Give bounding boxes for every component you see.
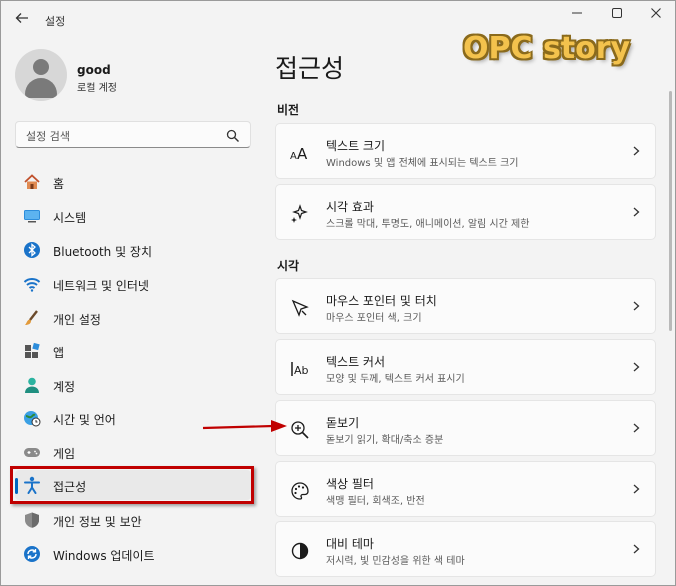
color-filter-icon bbox=[290, 481, 310, 501]
sidebar-item-label: 개인 설정 bbox=[53, 313, 101, 327]
wifi-icon bbox=[23, 275, 41, 293]
sidebar-item-gaming[interactable]: 게임 bbox=[15, 437, 251, 467]
shield-icon bbox=[23, 511, 41, 529]
account-type: 로컬 계정 bbox=[77, 83, 117, 94]
sidebar-item-accounts[interactable]: 계정 bbox=[15, 370, 251, 400]
update-icon bbox=[23, 545, 41, 563]
user-profile[interactable]: good 로컬 계정 bbox=[15, 49, 245, 101]
sidebar-item-personalization[interactable]: 개인 설정 bbox=[15, 303, 251, 333]
card-subtitle: Windows 및 앱 전체에 표시되는 텍스트 크기 bbox=[326, 158, 519, 169]
sidebar-item-label: Bluetooth 및 장치 bbox=[53, 245, 153, 259]
visual-effects-icon bbox=[290, 204, 310, 224]
sidebar-item-privacy[interactable]: 개인 정보 및 보안 bbox=[15, 505, 251, 535]
sidebar-item-label: 홈 bbox=[53, 177, 65, 191]
card-title: 텍스트 커서 bbox=[326, 355, 386, 369]
card-title: 대비 테마 bbox=[326, 537, 374, 551]
card-subtitle: 마우스 포인터 색, 크기 bbox=[326, 313, 422, 324]
section-label-vision: 비전 bbox=[277, 103, 300, 117]
card-subtitle: 모양 및 두께, 텍스트 커서 표시기 bbox=[326, 374, 465, 385]
card-text-size[interactable]: AA 텍스트 크기 Windows 및 앱 전체에 표시되는 텍스트 크기 bbox=[275, 123, 656, 179]
contrast-icon bbox=[290, 541, 310, 561]
svg-text:A: A bbox=[290, 151, 297, 162]
home-icon bbox=[23, 173, 41, 191]
search-icon[interactable] bbox=[226, 128, 240, 142]
annotation-arrow-icon bbox=[201, 417, 291, 437]
bluetooth-icon bbox=[23, 241, 41, 259]
search-box[interactable]: 설정 검색 bbox=[15, 121, 251, 148]
card-subtitle: 스크롤 막대, 투명도, 애니메이션, 알림 시간 제한 bbox=[326, 219, 530, 230]
text-cursor-icon: Ab bbox=[290, 359, 310, 379]
chevron-right-icon bbox=[630, 297, 642, 315]
card-subtitle: 저시력, 빛 민감성을 위한 색 테마 bbox=[326, 556, 465, 567]
chevron-right-icon bbox=[630, 540, 642, 558]
avatar bbox=[15, 49, 67, 101]
user-name: good bbox=[77, 63, 111, 77]
card-title: 시각 효과 bbox=[326, 200, 374, 214]
scrollbar-thumb[interactable] bbox=[669, 91, 672, 331]
card-mouse-pointer[interactable]: 마우스 포인터 및 터치 마우스 포인터 색, 크기 bbox=[275, 278, 656, 334]
chevron-right-icon bbox=[630, 480, 642, 498]
card-visual-effects[interactable]: 시각 효과 스크롤 막대, 투명도, 애니메이션, 알림 시간 제한 bbox=[275, 184, 656, 240]
sidebar-item-home[interactable]: 홈 bbox=[15, 167, 251, 197]
settings-window: 설정 OPC story good 로컬 계정 설정 검색 홈 시스템 Blue… bbox=[0, 0, 676, 586]
gamepad-icon bbox=[23, 443, 41, 461]
back-arrow-icon[interactable] bbox=[13, 11, 31, 29]
minimize-icon[interactable] bbox=[567, 7, 587, 23]
close-icon[interactable] bbox=[646, 7, 666, 23]
card-subtitle: 색맹 필터, 회색조, 반전 bbox=[326, 496, 425, 507]
magnifier-icon bbox=[290, 420, 310, 440]
chevron-right-icon bbox=[630, 203, 642, 221]
card-title: 색상 필터 bbox=[326, 477, 374, 491]
page-title: 접근성 bbox=[275, 54, 345, 83]
search-input[interactable]: 설정 검색 bbox=[26, 128, 70, 144]
card-magnifier[interactable]: 돋보기 돋보기 읽기, 확대/축소 증분 bbox=[275, 400, 656, 456]
sidebar-item-label: 네트워크 및 인터넷 bbox=[53, 279, 149, 293]
chevron-right-icon bbox=[630, 358, 642, 376]
system-icon bbox=[23, 207, 41, 225]
annotation-highlight-box bbox=[10, 466, 254, 504]
mouse-pointer-icon bbox=[290, 298, 310, 318]
chevron-right-icon bbox=[630, 419, 642, 437]
apps-icon bbox=[23, 342, 41, 360]
maximize-icon[interactable] bbox=[607, 7, 627, 23]
sidebar-item-system[interactable]: 시스템 bbox=[15, 201, 251, 231]
sidebar-item-label: 시스템 bbox=[53, 211, 87, 225]
card-title: 텍스트 크기 bbox=[326, 139, 386, 153]
card-title: 돋보기 bbox=[326, 416, 360, 430]
card-subtitle: 돋보기 읽기, 확대/축소 증분 bbox=[326, 435, 444, 446]
sidebar-item-apps[interactable]: 앱 bbox=[15, 336, 251, 366]
card-text-cursor[interactable]: Ab 텍스트 커서 모양 및 두께, 텍스트 커서 표시기 bbox=[275, 339, 656, 395]
card-contrast-themes[interactable]: 대비 테마 저시력, 빛 민감성을 위한 색 테마 bbox=[275, 521, 656, 577]
sidebar-item-label: 시간 및 언어 bbox=[53, 413, 116, 427]
sidebar-item-windows-update[interactable]: Windows 업데이트 bbox=[15, 539, 251, 569]
svg-text:A: A bbox=[297, 145, 308, 163]
account-icon bbox=[23, 376, 41, 394]
sidebar-item-label: 게임 bbox=[53, 447, 76, 461]
sidebar-item-label: 앱 bbox=[53, 346, 65, 360]
card-title: 마우스 포인터 및 터치 bbox=[326, 294, 437, 308]
sidebar-item-label: Windows 업데이트 bbox=[53, 549, 155, 563]
svg-text:Ab: Ab bbox=[294, 364, 309, 377]
app-title: 설정 bbox=[45, 15, 66, 28]
chevron-right-icon bbox=[630, 142, 642, 160]
brush-icon bbox=[23, 309, 41, 327]
section-label-sight: 시각 bbox=[277, 259, 300, 273]
text-size-icon: AA bbox=[290, 143, 310, 163]
watermark: OPC story bbox=[463, 31, 631, 66]
card-color-filter[interactable]: 색상 필터 색맹 필터, 회색조, 반전 bbox=[275, 461, 656, 517]
sidebar-item-network[interactable]: 네트워크 및 인터넷 bbox=[15, 269, 251, 299]
sidebar-item-label: 개인 정보 및 보안 bbox=[53, 515, 142, 529]
sidebar-item-bluetooth[interactable]: Bluetooth 및 장치 bbox=[15, 235, 251, 265]
globe-clock-icon bbox=[23, 409, 41, 427]
sidebar-item-label: 계정 bbox=[53, 380, 76, 394]
